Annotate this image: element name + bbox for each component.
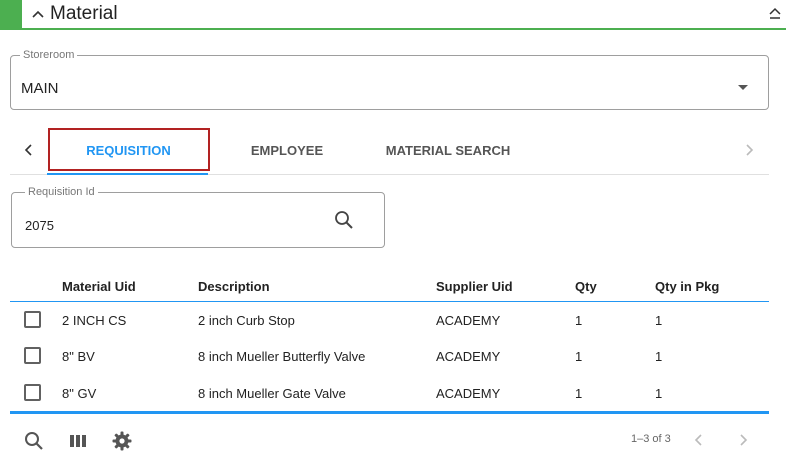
cell-qty: 1 (575, 313, 583, 328)
columns-icon[interactable] (67, 430, 89, 452)
tab-scroll-right-icon[interactable] (740, 141, 758, 159)
column-header-material-uid[interactable]: Material Uid (62, 279, 136, 294)
cell-supplier-uid: ACADEMY (436, 386, 501, 401)
cell-qty-in-pkg: 1 (655, 313, 663, 328)
row-checkbox[interactable] (24, 347, 41, 364)
pagination-text: 1–3 of 3 (631, 433, 671, 445)
cell-qty-in-pkg: 1 (655, 386, 663, 401)
dropdown-arrow-icon[interactable] (738, 85, 748, 90)
table-row[interactable]: 8" GV 8 inch Mueller Gate Valve ACADEMY … (10, 375, 769, 411)
tab-requisition-label: REQUISITION (86, 143, 171, 158)
section-title: Material (50, 3, 118, 24)
column-header-qty[interactable]: Qty (575, 279, 597, 294)
tab-employee-label: EMPLOYEE (250, 143, 324, 158)
cell-qty: 1 (575, 386, 583, 401)
requisition-id-field[interactable]: Requisition Id 2075 (11, 186, 385, 248)
requisition-id-value[interactable]: 2075 (25, 218, 54, 233)
table-row[interactable]: 8" BV 8 inch Mueller Butterfly Valve ACA… (10, 338, 769, 374)
cell-supplier-uid: ACADEMY (436, 313, 501, 328)
tab-employee[interactable]: EMPLOYEE (222, 127, 352, 174)
next-page-icon[interactable] (735, 432, 751, 448)
active-tab-indicator (47, 173, 208, 175)
table-row[interactable]: 2 INCH CS 2 inch Curb Stop ACADEMY 1 1 (10, 302, 769, 338)
cell-description: 8 inch Mueller Butterfly Valve (198, 349, 366, 364)
cell-qty-in-pkg: 1 (655, 349, 663, 364)
row-checkbox[interactable] (24, 384, 41, 401)
collapse-section-icon[interactable] (768, 6, 782, 22)
column-header-supplier-uid[interactable]: Supplier Uid (436, 279, 513, 294)
storeroom-value: MAIN (21, 80, 59, 97)
section-header: Material (0, 0, 786, 30)
section-accent-bar (0, 0, 22, 28)
column-header-description[interactable]: Description (198, 279, 270, 294)
cell-material-uid: 2 INCH CS (62, 313, 127, 328)
tab-material-search[interactable]: MATERIAL SEARCH (368, 127, 528, 174)
previous-page-icon[interactable] (691, 432, 707, 448)
tab-material-search-label: MATERIAL SEARCH (385, 143, 511, 158)
column-header-qty-in-pkg[interactable]: Qty in Pkg (655, 279, 719, 294)
tab-requisition[interactable]: REQUISITION (47, 127, 210, 175)
storeroom-label: Storeroom (20, 49, 78, 61)
cell-qty: 1 (575, 349, 583, 364)
cell-description: 8 inch Mueller Gate Valve (198, 386, 346, 401)
cell-description: 2 inch Curb Stop (198, 313, 295, 328)
search-icon[interactable] (23, 430, 45, 452)
tab-scroll-left-icon[interactable] (20, 141, 38, 159)
table-bottom-border (10, 411, 769, 414)
cell-material-uid: 8" BV (62, 349, 95, 364)
search-icon[interactable] (334, 210, 354, 230)
requisition-id-label: Requisition Id (25, 186, 98, 198)
tab-bar: REQUISITION EMPLOYEE MATERIAL SEARCH (10, 127, 769, 175)
chevron-up-icon[interactable] (30, 6, 46, 22)
storeroom-select[interactable]: Storeroom MAIN (10, 49, 769, 110)
settings-icon[interactable] (111, 430, 133, 452)
row-checkbox[interactable] (24, 311, 41, 328)
table-header: Material Uid Description Supplier Uid Qt… (10, 270, 769, 302)
cell-material-uid: 8" GV (62, 386, 97, 401)
cell-supplier-uid: ACADEMY (436, 349, 501, 364)
